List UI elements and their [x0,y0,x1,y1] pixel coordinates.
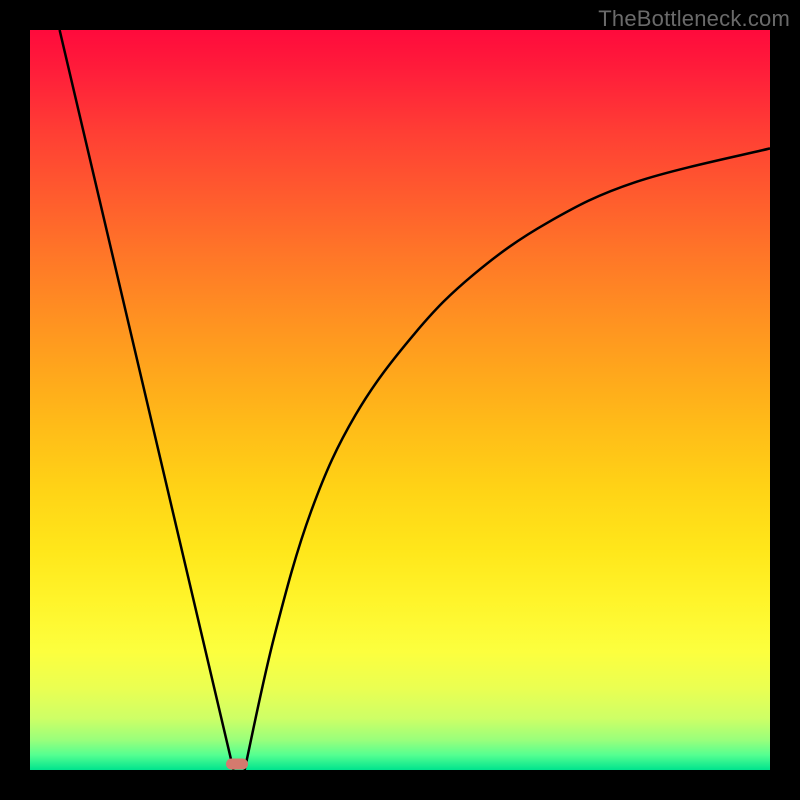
bottleneck-curve [30,30,770,770]
plot-area [30,30,770,770]
minimum-marker [226,759,248,770]
watermark-text: TheBottleneck.com [598,6,790,32]
chart-frame: TheBottleneck.com [0,0,800,800]
curve-right-branch [245,148,770,770]
curve-left-branch [60,30,234,770]
